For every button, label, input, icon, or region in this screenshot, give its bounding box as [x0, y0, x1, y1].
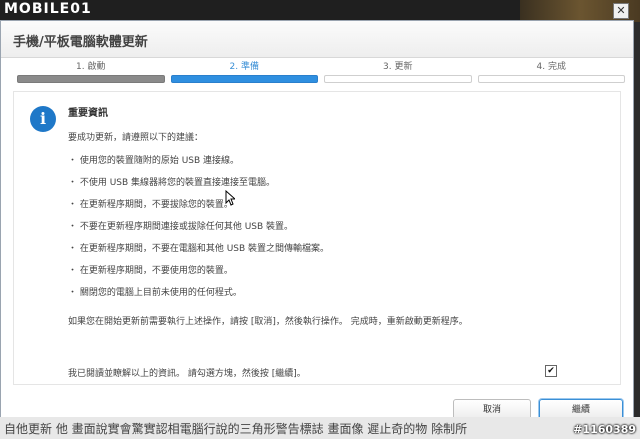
list-item: ・ 不要在更新程序期間連接或拔除任何其他 USB 裝置。	[68, 222, 294, 232]
list-item: ・ 不使用 USB 集線器將您的裝置直接連接至電腦。	[68, 178, 276, 188]
close-icon[interactable]: ✕	[613, 3, 629, 19]
step-prepare: 2. 準備	[170, 59, 318, 83]
step-bar	[324, 75, 472, 83]
dialog-title: 手機/平板電腦軟體更新	[13, 35, 148, 50]
list-item: ・ 在更新程序期間，不要在電腦和其他 USB 裝置之間傳輸檔案。	[68, 244, 330, 254]
cancel-note: 如果您在開始更新前需要執行上述操作，請按 [取消]，然後執行操作。 完成時，重新…	[68, 317, 468, 327]
info-icon: i	[30, 106, 56, 132]
step-label: 2. 準備	[229, 62, 259, 72]
step-bar	[477, 75, 625, 83]
step-label: 3. 更新	[383, 62, 413, 72]
list-item: ・ 在更新程序期間，不要使用您的裝置。	[68, 266, 233, 276]
info-panel: i 重要資訊 要成功更新，請遵照以下的建議： ・ 使用您的裝置隨附的原始 USB…	[13, 91, 621, 385]
intro-text: 要成功更新，請遵照以下的建議：	[68, 133, 204, 143]
step-complete: 4. 完成	[477, 59, 625, 83]
background-article-text: 自他更新 他 畫面說實會驚實認相電腦行說的三角形警告標誌 畫面像 遲止奇的物 除…	[4, 422, 468, 436]
agree-checkbox[interactable]: ✔	[545, 365, 557, 377]
step-update: 3. 更新	[324, 59, 472, 83]
step-label: 1. 啟動	[76, 62, 106, 72]
step-start: 1. 啟動	[17, 59, 165, 83]
background-strip-bottom: 自他更新 他 畫面說實會驚實認相電腦行說的三角形警告標誌 畫面像 遲止奇的物 除…	[0, 417, 640, 439]
software-update-dialog: 手機/平板電腦軟體更新 ✕ 1. 啟動 2. 準備 3. 更新 4. 完成 i …	[0, 3, 634, 430]
post-id-watermark: #1160389	[573, 423, 636, 436]
title-bar: 手機/平板電腦軟體更新 ✕	[1, 3, 633, 58]
list-item: ・ 使用您的裝置隨附的原始 USB 連接線。	[68, 156, 240, 166]
panel-heading: 重要資訊	[68, 108, 108, 119]
mouse-cursor-icon	[225, 190, 235, 206]
progress-steps: 1. 啟動 2. 準備 3. 更新 4. 完成	[17, 59, 625, 83]
step-bar	[17, 75, 165, 83]
site-logo: MOBILE01	[4, 1, 92, 17]
step-label: 4. 完成	[536, 62, 566, 72]
agree-label: 我已閱讀並瞭解以上的資訊。 請勾選方塊，然後按 [繼續]。	[68, 369, 306, 379]
list-item: ・ 關閉您的電腦上目前未使用的任何程式。	[68, 288, 242, 298]
step-bar	[170, 75, 318, 83]
recommendation-list: ・ 使用您的裝置隨附的原始 USB 連接線。 ・ 不使用 USB 集線器將您的裝…	[68, 154, 329, 308]
list-item: ・ 在更新程序期間，不要拔除您的裝置。	[68, 200, 233, 210]
